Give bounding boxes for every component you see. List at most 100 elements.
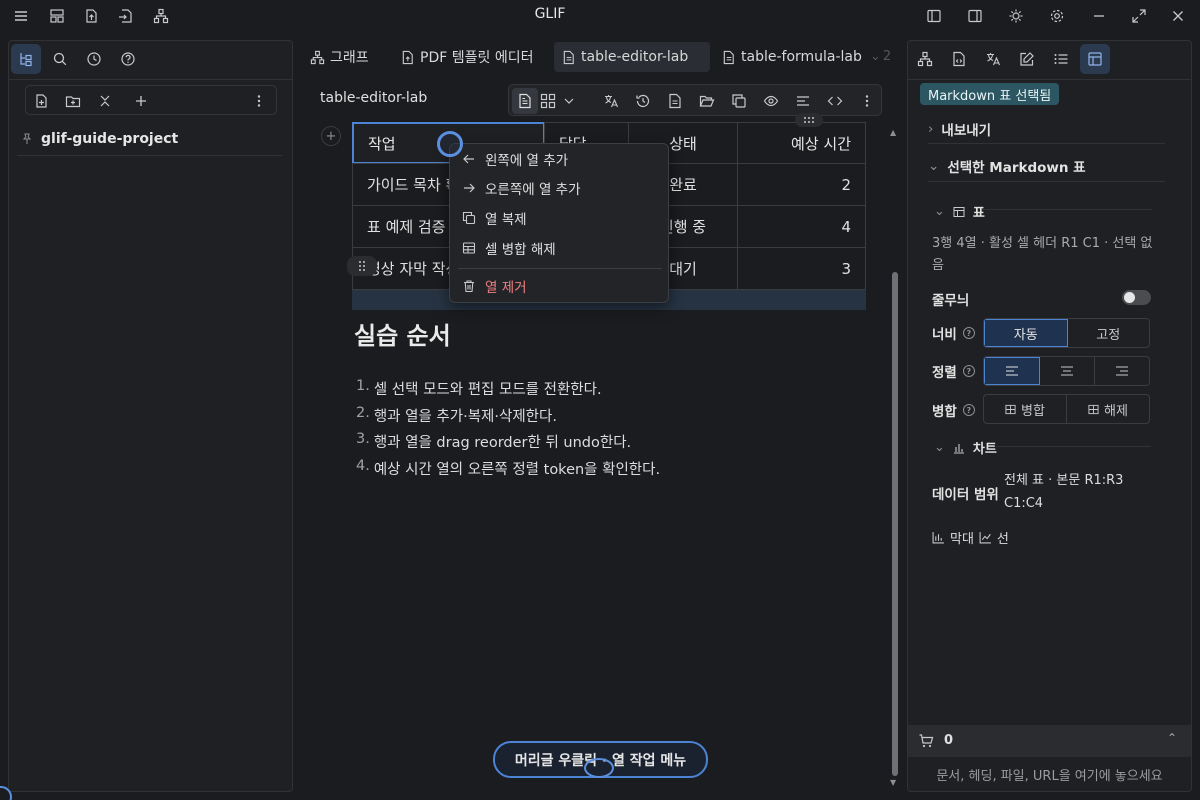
table-cell[interactable]: 3 xyxy=(737,247,866,290)
code-icon[interactable] xyxy=(822,88,848,114)
align-icon[interactable] xyxy=(790,88,816,114)
table-cell[interactable]: 4 xyxy=(737,205,866,248)
selected-table-section[interactable]: ⌄ 선택한 Markdown 표 xyxy=(928,156,1086,176)
preview-icon[interactable] xyxy=(758,88,784,114)
align-segmented xyxy=(983,356,1150,386)
help-icon[interactable] xyxy=(113,44,143,74)
table-icon[interactable] xyxy=(1080,44,1110,74)
width-auto-option[interactable]: 자동 xyxy=(984,319,1068,347)
right-sidebar-toggle-icon[interactable] xyxy=(963,4,987,28)
theme-icon[interactable] xyxy=(1004,4,1028,28)
tab-table-formula-lab[interactable]: table-formula-lab xyxy=(714,42,870,72)
grid-view-icon[interactable] xyxy=(539,88,579,114)
data-range-label: 데이터 범위 xyxy=(932,487,999,503)
app-title: GLIF xyxy=(534,6,566,22)
left-sidebar-toggle-icon[interactable] xyxy=(922,4,946,28)
drop-zone[interactable]: 문서, 헤딩, 파일, URL을 여기에 놓으세요 xyxy=(908,757,1191,791)
history-icon[interactable] xyxy=(630,88,656,114)
upload-file-icon[interactable] xyxy=(79,4,103,28)
sitemap-icon[interactable] xyxy=(910,44,940,74)
chart-type-line[interactable]: 선 xyxy=(997,528,1009,547)
layout-icon[interactable] xyxy=(45,4,69,28)
history-icon[interactable] xyxy=(79,44,109,74)
scroll-down-icon[interactable]: ▼ xyxy=(890,778,896,787)
table-cell[interactable]: 2 xyxy=(737,163,866,206)
table-icon xyxy=(1088,404,1099,415)
column-drag-handle[interactable] xyxy=(795,113,823,127)
collapse-icon[interactable] xyxy=(93,89,117,113)
divider xyxy=(928,143,1165,144)
title-bar: GLIF xyxy=(0,0,1200,32)
settings-icon[interactable] xyxy=(1045,4,1069,28)
help-icon[interactable]: ? xyxy=(962,327,975,339)
more-icon[interactable] xyxy=(854,88,880,114)
folder-open-icon[interactable] xyxy=(694,88,720,114)
chevron-down-icon: ⌄ xyxy=(934,440,945,455)
project-item[interactable]: glif-guide-project xyxy=(21,129,281,149)
minimize-icon[interactable] xyxy=(1087,4,1111,28)
menu-item-duplicate-column[interactable]: 열 복제 xyxy=(458,205,662,231)
stripes-label: 줄무늬 xyxy=(932,293,970,309)
close-icon[interactable] xyxy=(1166,4,1190,28)
row-drag-handle[interactable] xyxy=(347,256,377,276)
search-icon[interactable] xyxy=(45,44,75,74)
align-right-option[interactable] xyxy=(1095,357,1149,385)
unmerge-option[interactable]: 해제 xyxy=(1067,395,1149,423)
scrollbar-thumb[interactable] xyxy=(892,272,898,776)
stripes-toggle[interactable] xyxy=(1122,290,1151,305)
table-icon xyxy=(462,241,476,255)
help-icon[interactable]: ? xyxy=(962,404,975,416)
menu-item-add-column-left[interactable]: 왼쪽에 열 추가 xyxy=(458,146,662,172)
steps-list: 1. 셀 선택 모드와 편집 모드를 전환한다. 2. 행과 열을 추가·복제·삭제… xyxy=(356,378,856,484)
tab-label: table-editor-lab xyxy=(581,49,689,65)
more-icon[interactable] xyxy=(247,89,271,113)
selection-badge: Markdown 표 선택됨 xyxy=(920,83,1060,105)
translate-icon[interactable] xyxy=(598,88,624,114)
add-row-button[interactable]: + xyxy=(321,126,341,146)
cart-bar[interactable]: 0 ⌃ xyxy=(908,725,1191,757)
new-folder-icon[interactable] xyxy=(61,89,85,113)
tab-pdf-template[interactable]: PDF 템플릿 에디터 xyxy=(393,42,541,72)
merge-option[interactable]: 병합 xyxy=(984,395,1067,423)
file-text-icon[interactable] xyxy=(662,88,688,114)
list-item: 4. 예상 시간 열의 오른쪽 정렬 token을 확인한다. xyxy=(356,457,661,478)
menu-item-remove-column[interactable]: 열 제거 xyxy=(458,273,662,299)
help-icon[interactable]: ? xyxy=(962,365,975,377)
import-icon[interactable] xyxy=(113,4,137,28)
chart-subsection[interactable]: ⌄ 차트 xyxy=(934,438,997,457)
maximize-icon[interactable] xyxy=(1127,4,1151,28)
translate-icon[interactable] xyxy=(978,44,1008,74)
file-tree-icon[interactable] xyxy=(11,44,41,74)
menu-item-unmerge-cells[interactable]: 셀 병합 해제 xyxy=(458,235,662,261)
width-fixed-option[interactable]: 고정 xyxy=(1068,319,1150,347)
list-icon[interactable] xyxy=(1046,44,1076,74)
sitemap-icon[interactable] xyxy=(149,4,173,28)
menu-icon[interactable] xyxy=(9,4,33,28)
document-view-icon[interactable] xyxy=(512,88,538,114)
doc-toolbar xyxy=(508,84,882,116)
chart-type-bar[interactable]: 막대 xyxy=(950,528,974,547)
header-cell[interactable]: 예상 시간 xyxy=(737,122,866,164)
plus-icon[interactable] xyxy=(129,89,153,113)
tab-table-editor-lab[interactable]: table-editor-lab xyxy=(554,42,710,72)
file-code-icon[interactable] xyxy=(944,44,974,74)
divider xyxy=(982,209,1152,210)
align-center-option[interactable] xyxy=(1040,357,1095,385)
menu-item-add-column-right[interactable]: 오른쪽에 열 추가 xyxy=(458,175,662,201)
tab-overflow[interactable]: ⌄ 2 xyxy=(870,49,891,64)
new-file-icon[interactable] xyxy=(29,89,53,113)
align-left-option[interactable] xyxy=(984,357,1040,385)
table-info: 3행 4열 · 활성 셀 헤더 R1 C1 · 선택 없음 xyxy=(932,236,1153,273)
scroll-up-icon[interactable]: ▲ xyxy=(890,128,896,137)
copy-icon[interactable] xyxy=(726,88,752,114)
chevron-up-icon[interactable]: ⌃ xyxy=(1167,731,1177,745)
export-section[interactable]: › 내보내기 xyxy=(928,119,991,139)
tab-graph[interactable]: 그래프 xyxy=(302,42,377,72)
table-subsection[interactable]: ⌄ 표 xyxy=(934,202,985,221)
chevron-down-icon: ⌄ xyxy=(928,158,940,174)
list-item: 2. 행과 열을 추가·복제·삭제한다. xyxy=(356,404,557,425)
chart-type-options: 막대 선 xyxy=(932,528,1009,547)
edit-icon[interactable] xyxy=(1012,44,1042,74)
chevron-down-icon: ⌄ xyxy=(934,204,945,219)
arrow-left-icon xyxy=(462,152,476,166)
